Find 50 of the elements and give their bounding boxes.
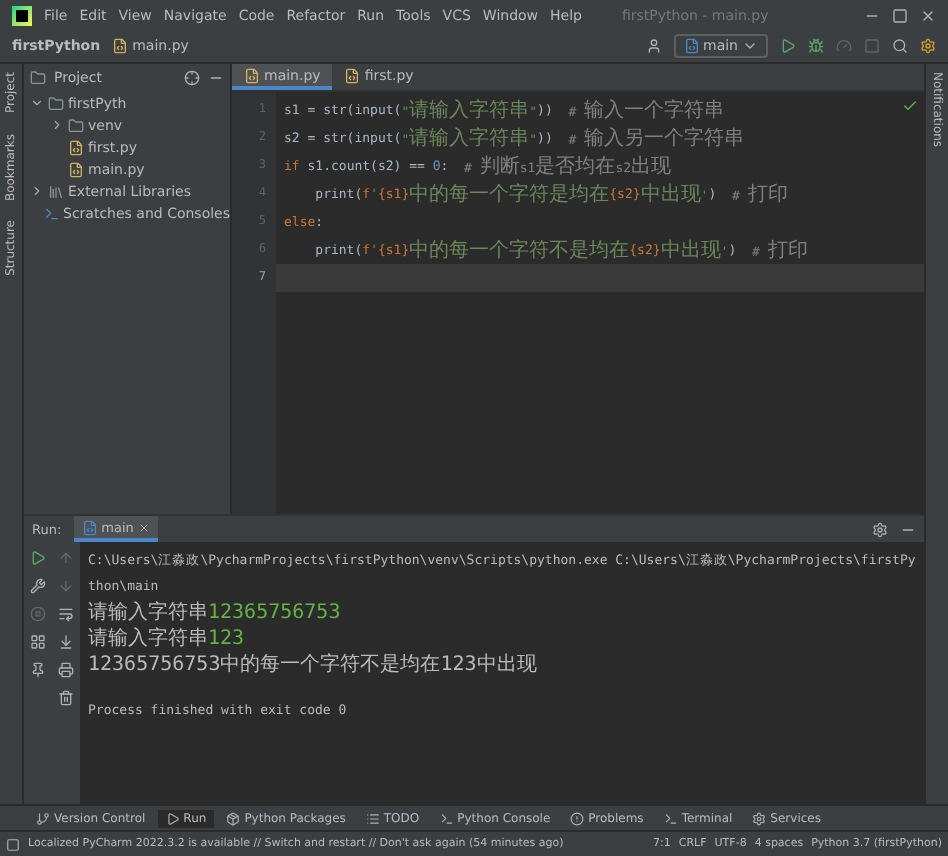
status-icon [6,837,20,851]
expanded-caret-icon[interactable] [30,96,44,110]
play-icon [165,811,180,825]
python-file-icon [112,38,129,54]
python-file-icon [68,161,84,177]
close-icon [137,521,150,533]
run-icon[interactable] [780,38,796,54]
trash-icon[interactable] [58,690,74,706]
debug-icon[interactable] [808,38,824,54]
gear-icon [752,811,767,825]
locate-icon [184,70,200,86]
wrap-icon[interactable] [58,606,74,622]
run-icon[interactable] [30,550,46,566]
wrench-icon[interactable] [30,578,46,594]
console-icon [439,811,454,825]
folder-icon [48,95,64,111]
console-line: 请输入字符串12365756753 [88,600,343,626]
code-token: 中的每一个字符是均在 [409,181,610,208]
close-icon[interactable] [920,7,936,23]
warning-icon [570,811,585,825]
settings-icon[interactable] [872,521,888,537]
pin-icon[interactable] [30,662,46,678]
scroll-end-icon[interactable] [58,634,74,650]
code-token: 中的每一个字符不是均在 [409,237,630,264]
console-line: 12365756753中的每一个字符不是均在123中出现 [88,652,539,678]
collapsed-caret-icon[interactable] [30,184,44,198]
caret-icon [742,38,758,54]
console-line: 请输入字符串123 [88,626,247,652]
search-icon[interactable] [892,38,908,54]
folder-icon [30,70,46,86]
library-icon [48,183,64,199]
python-icon [683,38,699,54]
list-icon [365,811,380,825]
maximize-icon[interactable] [892,7,908,23]
folder-icon [68,117,84,133]
package-icon [226,811,241,825]
layout-icon[interactable] [30,634,46,650]
python-file-icon [344,67,361,83]
terminal-icon [663,811,678,825]
console-icon [43,205,59,221]
python-file-icon [68,139,84,155]
gear-icon[interactable] [920,38,936,54]
branch-icon [36,811,50,825]
app-logo [12,5,32,25]
check-icon [902,98,918,114]
print-icon[interactable] [58,662,74,678]
python-icon [81,519,98,535]
python-file-icon [244,67,260,83]
collapsed-caret-icon[interactable] [50,118,64,132]
user-icon[interactable] [645,38,661,54]
